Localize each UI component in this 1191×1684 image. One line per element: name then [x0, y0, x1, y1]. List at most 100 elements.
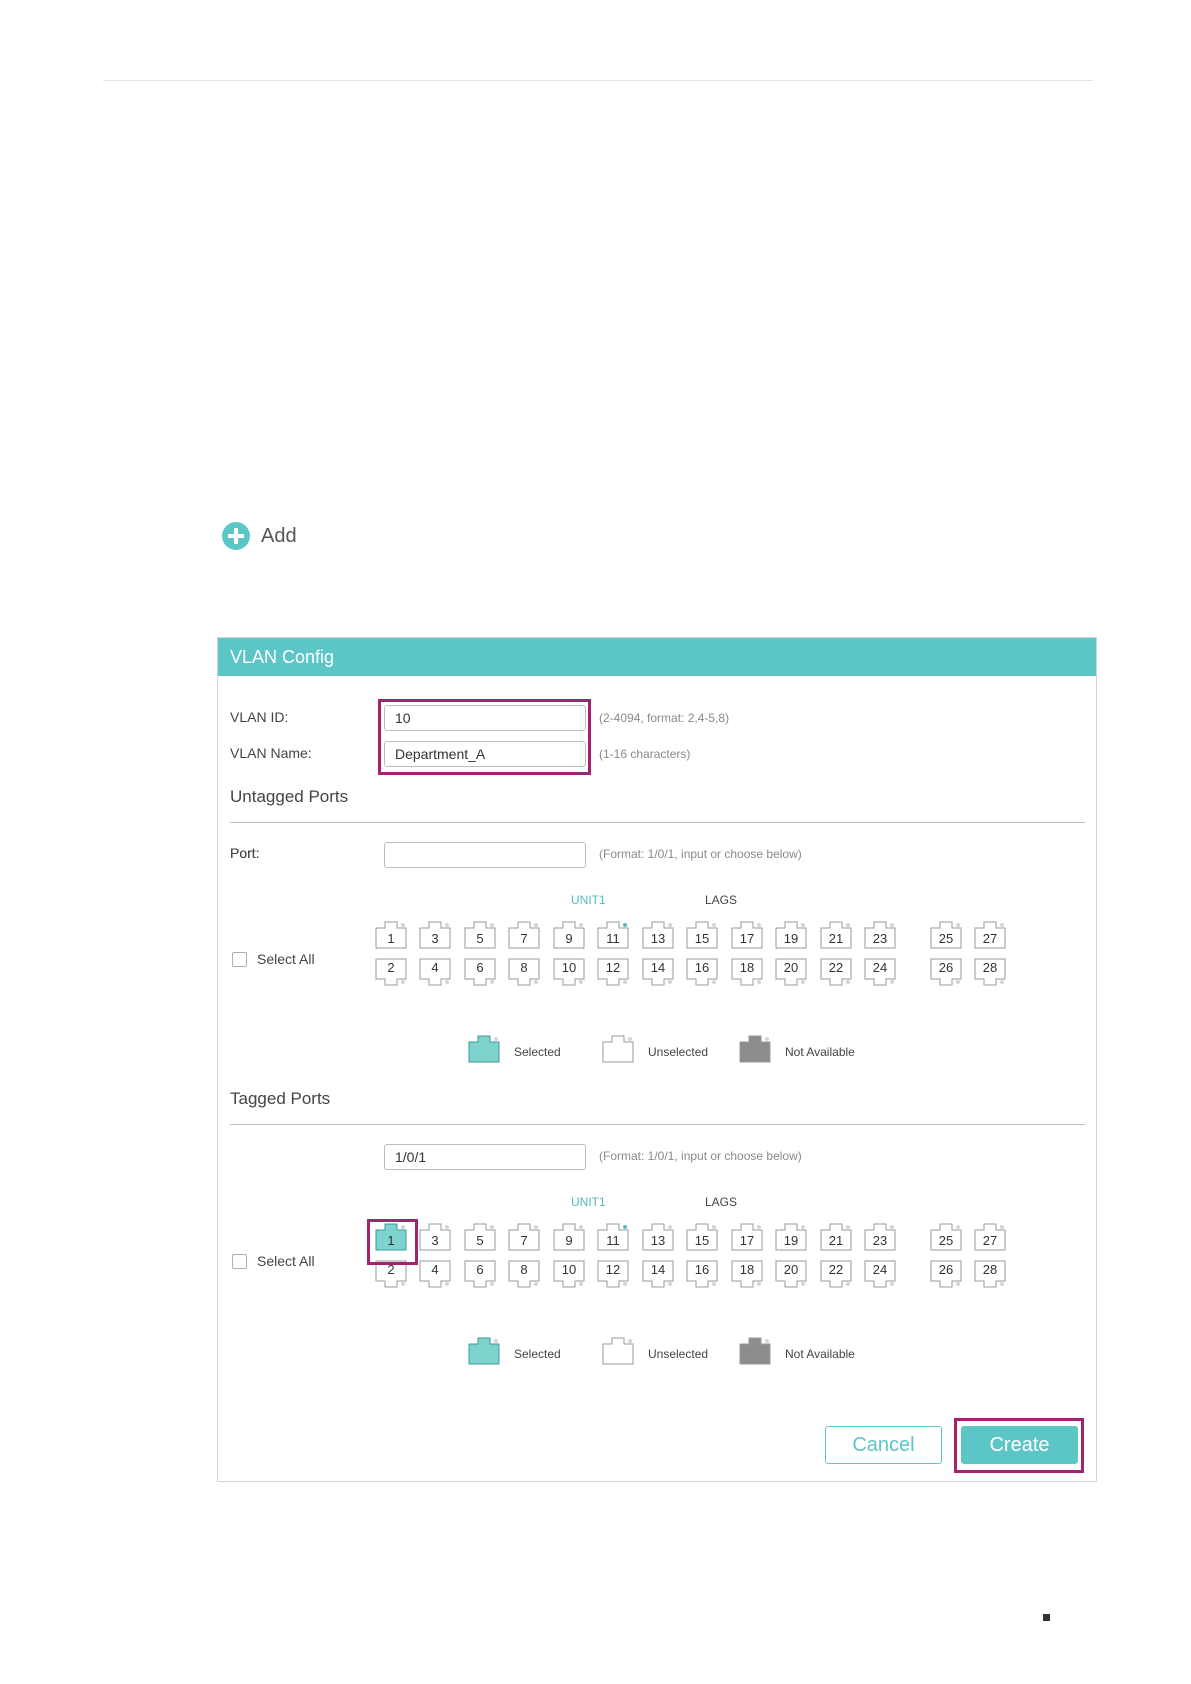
untagged-port-21[interactable]: 21 [820, 921, 852, 949]
tagged-port-22[interactable]: 22 [820, 1260, 852, 1288]
untagged-port-9[interactable]: 9 [553, 921, 585, 949]
untagged-unit-label: UNIT1 [571, 893, 606, 907]
untagged-port-2[interactable]: 2 [375, 958, 407, 986]
tagged-port-number: 25 [938, 1233, 954, 1248]
tagged-port-12[interactable]: 12 [597, 1260, 629, 1288]
untagged-port-1[interactable]: 1 [375, 921, 407, 949]
tagged-port-number: 16 [694, 1262, 710, 1277]
tagged-port-hint: (Format: 1/0/1, input or choose below) [599, 1149, 802, 1163]
tagged-port-20[interactable]: 20 [775, 1260, 807, 1288]
tagged-port-10[interactable]: 10 [553, 1260, 585, 1288]
untagged-port-24[interactable]: 24 [864, 958, 896, 986]
tagged-port-3[interactable]: 3 [419, 1223, 451, 1251]
top-divider [103, 80, 1093, 81]
untagged-port-number: 9 [565, 931, 573, 946]
tagged-port-number: 27 [982, 1233, 998, 1248]
add-button[interactable]: Add [221, 521, 297, 551]
untagged-port-27[interactable]: 27 [974, 921, 1006, 949]
tagged-port-number: 9 [565, 1233, 573, 1248]
create-button-highlight [954, 1418, 1084, 1473]
tagged-port-number: 24 [872, 1262, 888, 1277]
tagged-port-24[interactable]: 24 [864, 1260, 896, 1288]
vlan-fields-highlight [378, 699, 591, 775]
tagged-port-number: 26 [938, 1262, 954, 1277]
add-circle-icon [222, 522, 250, 550]
tagged-port-number: 11 [606, 1233, 620, 1248]
tagged-port-15[interactable]: 15 [686, 1223, 718, 1251]
legend-unselected-text: Unselected [648, 1044, 709, 1059]
legend-not-available-text: Not Available [785, 1346, 855, 1361]
untagged-port-number: 5 [476, 931, 484, 946]
untagged-port-number: 19 [783, 931, 799, 946]
tagged-port-27[interactable]: 27 [974, 1223, 1006, 1251]
untagged-port-20[interactable]: 20 [775, 958, 807, 986]
tagged-ports-title: Tagged Ports [230, 1089, 331, 1108]
untagged-port-6[interactable]: 6 [464, 958, 496, 986]
tagged-select-all-checkbox[interactable] [232, 1254, 247, 1269]
untagged-port-14[interactable]: 14 [642, 958, 674, 986]
untagged-port-number: 3 [431, 931, 439, 946]
tagged-port-8[interactable]: 8 [508, 1260, 540, 1288]
tagged-port-6[interactable]: 6 [464, 1260, 496, 1288]
untagged-port-number: 16 [694, 960, 710, 975]
untagged-port-number: 10 [561, 960, 577, 975]
untagged-port-number: 11 [606, 931, 620, 946]
untagged-port-number: 4 [431, 960, 439, 975]
tagged-port-9[interactable]: 9 [553, 1223, 585, 1251]
tagged-port-11[interactable]: 11 [597, 1223, 629, 1251]
tagged-port-input[interactable] [384, 1144, 586, 1170]
cancel-button[interactable]: Cancel [825, 1426, 942, 1464]
tagged-port-23[interactable]: 23 [864, 1223, 896, 1251]
tagged-port-1-highlight [367, 1219, 418, 1265]
untagged-port-28[interactable]: 28 [974, 958, 1006, 986]
untagged-port-12[interactable]: 12 [597, 958, 629, 986]
tagged-port-number: 20 [783, 1262, 799, 1277]
untagged-port-16[interactable]: 16 [686, 958, 718, 986]
tagged-port-number: 23 [872, 1233, 888, 1248]
untagged-port-22[interactable]: 22 [820, 958, 852, 986]
untagged-port-4[interactable]: 4 [419, 958, 451, 986]
tagged-port-4[interactable]: 4 [419, 1260, 451, 1288]
untagged-port-13[interactable]: 13 [642, 921, 674, 949]
untagged-port-18[interactable]: 18 [731, 958, 763, 986]
tagged-port-19[interactable]: 19 [775, 1223, 807, 1251]
tagged-port-14[interactable]: 14 [642, 1260, 674, 1288]
tagged-port-28[interactable]: 28 [974, 1260, 1006, 1288]
tagged-port-17[interactable]: 17 [731, 1223, 763, 1251]
tagged-port-number: 4 [431, 1262, 439, 1277]
untagged-port-input[interactable] [384, 842, 586, 868]
tagged-port-13[interactable]: 13 [642, 1223, 674, 1251]
untagged-port-8[interactable]: 8 [508, 958, 540, 986]
tagged-port-number: 10 [561, 1262, 577, 1277]
vlan-id-label: VLAN ID: [230, 709, 289, 725]
tagged-port-number: 21 [828, 1233, 844, 1248]
untagged-port-number: 28 [982, 960, 998, 975]
untagged-port-number: 12 [605, 960, 621, 975]
untagged-port-5[interactable]: 5 [464, 921, 496, 949]
tagged-port-25[interactable]: 25 [930, 1223, 962, 1251]
untagged-port-3[interactable]: 3 [419, 921, 451, 949]
vlan-id-hint: (2-4094, format: 2,4-5,8) [599, 711, 730, 725]
untagged-port-number: 23 [872, 931, 888, 946]
tagged-port-26[interactable]: 26 [930, 1260, 962, 1288]
untagged-select-all-checkbox[interactable] [232, 952, 247, 967]
untagged-port-10[interactable]: 10 [553, 958, 585, 986]
vlan-name-hint: (1-16 characters) [599, 747, 691, 761]
untagged-port-number: 20 [783, 960, 799, 975]
untagged-port-11[interactable]: 11 [597, 921, 629, 949]
untagged-port-7[interactable]: 7 [508, 921, 540, 949]
untagged-port-19[interactable]: 19 [775, 921, 807, 949]
untagged-port-17[interactable]: 17 [731, 921, 763, 949]
untagged-port-23[interactable]: 23 [864, 921, 896, 949]
tagged-port-number: 12 [605, 1262, 621, 1277]
untagged-port-25[interactable]: 25 [930, 921, 962, 949]
tagged-port-number: 17 [739, 1233, 755, 1248]
untagged-port-15[interactable]: 15 [686, 921, 718, 949]
tagged-port-7[interactable]: 7 [508, 1223, 540, 1251]
tagged-port-16[interactable]: 16 [686, 1260, 718, 1288]
tagged-port-5[interactable]: 5 [464, 1223, 496, 1251]
tagged-port-21[interactable]: 21 [820, 1223, 852, 1251]
untagged-port-26[interactable]: 26 [930, 958, 962, 986]
vlan-name-label: VLAN Name: [230, 745, 312, 761]
tagged-port-18[interactable]: 18 [731, 1260, 763, 1288]
